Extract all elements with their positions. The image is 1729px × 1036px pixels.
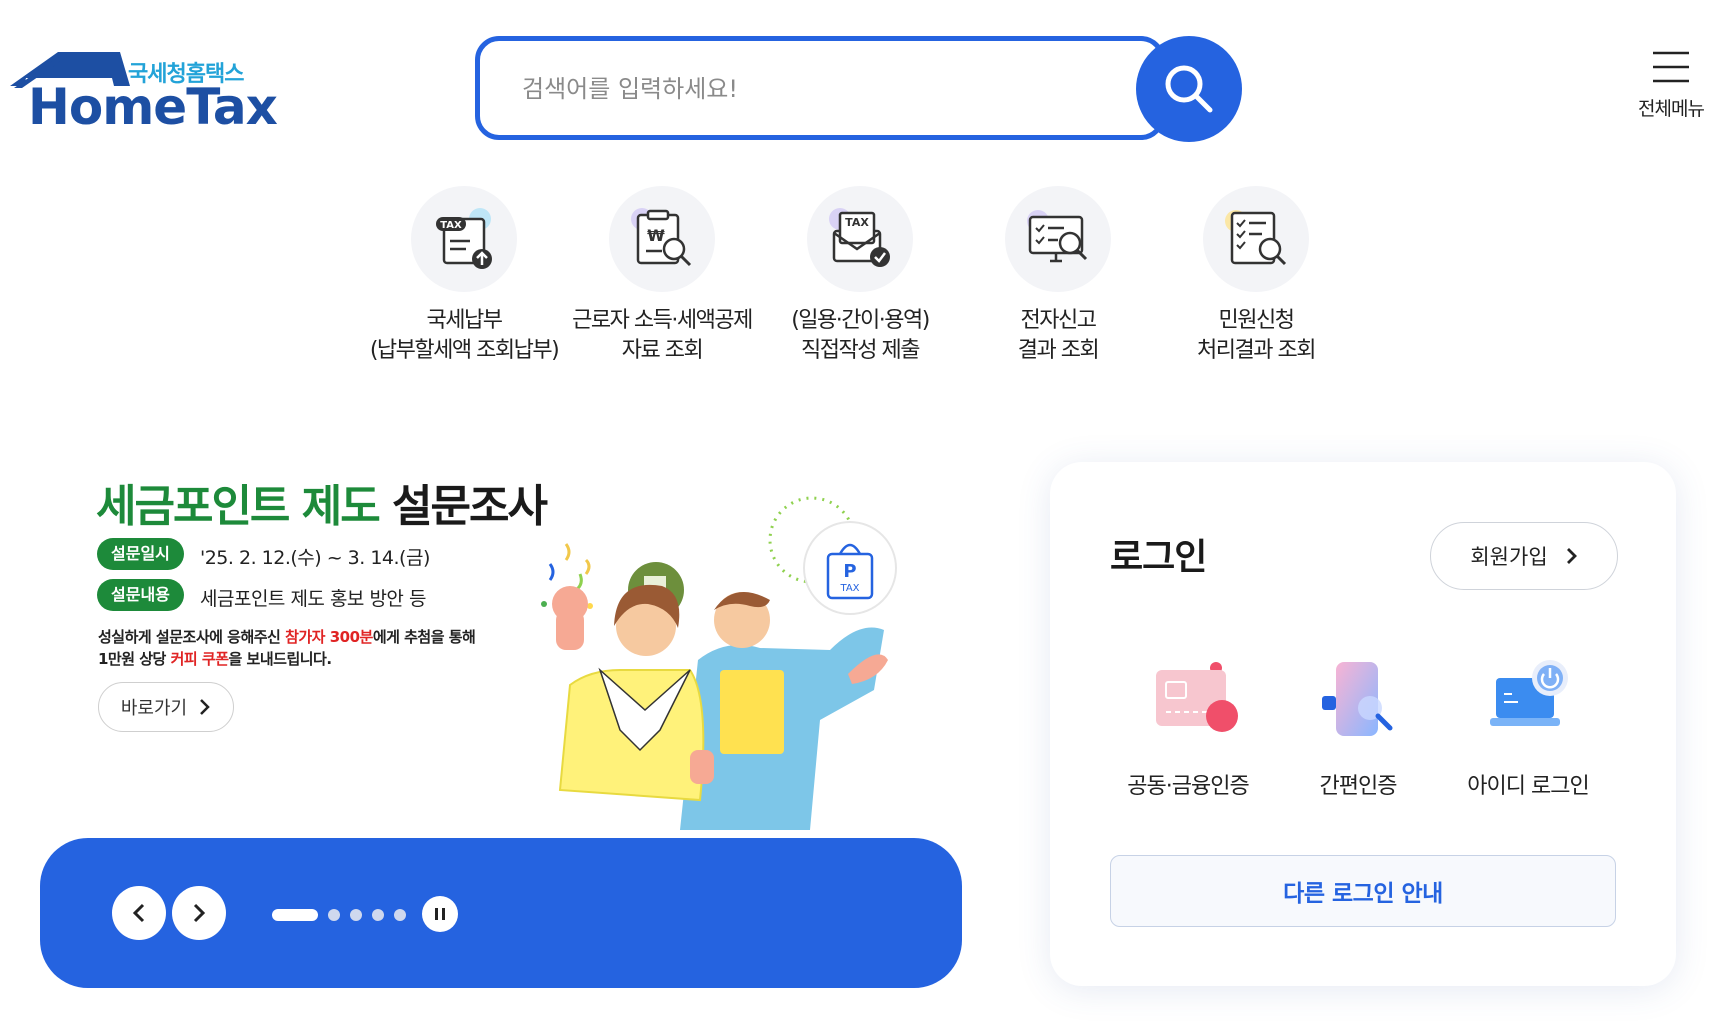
quick-menu-label: (일용·간이·용역) 직접작성 제출 <box>791 308 930 363</box>
survey-period-value: '25. 2. 12.(수) ~ 3. 14.(금) <box>200 547 430 569</box>
slide-dot[interactable] <box>328 909 340 921</box>
won-document-search-icon: ₩ <box>609 186 715 292</box>
login-option-label: 공동·금융인증 <box>1127 774 1249 799</box>
slide-dot[interactable] <box>394 909 406 921</box>
hometax-logo[interactable]: 국세청홈택스 HomeTax <box>8 48 278 138</box>
banner-title-black: 설문조사 <box>392 481 548 532</box>
login-option-label: 아이디 로그인 <box>1467 774 1589 799</box>
goto-label: 바로가기 <box>120 698 188 719</box>
banner-title[interactable]: 세금포인트 제도 설문조사 <box>96 470 548 534</box>
svg-text:TAX: TAX <box>440 220 462 231</box>
signup-label: 회원가입 <box>1470 545 1548 569</box>
quick-menu-label: 국세납부 (납부할세액 조회납부) <box>369 308 560 363</box>
other-login-guide-button[interactable]: 다른 로그인 안내 <box>1110 855 1616 927</box>
quick-menu-income-deduction[interactable]: ₩ 근로자 소득·세액공제 자료 조회 <box>562 186 762 366</box>
slide-dot-active[interactable] <box>272 909 318 921</box>
search-input[interactable] <box>520 69 1080 109</box>
slide-dot[interactable] <box>350 909 362 921</box>
banner-goto-button[interactable]: 바로가기 <box>98 682 234 732</box>
quick-menu-label: 전자신고 결과 조회 <box>1017 308 1100 363</box>
survey-illustration: P TAX <box>541 496 897 830</box>
quick-menu-label: 근로자 소득·세액공제 자료 조회 <box>572 308 753 363</box>
signup-button[interactable]: 회원가입 <box>1430 522 1618 590</box>
login-option-label: 간편인증 <box>1319 774 1398 799</box>
all-menu-label: 전체메뉴 <box>1638 98 1705 120</box>
login-certificate[interactable]: 공동·금융인증 <box>1108 656 1268 800</box>
banner-title-green: 세금포인트 제도 <box>96 481 381 532</box>
certificate-card-icon <box>1156 662 1238 732</box>
quick-menu-e-filing-result[interactable]: 전자신고 결과 조회 <box>958 186 1158 366</box>
tax-payment-icon: TAX <box>411 186 517 292</box>
monitor-search-icon <box>1005 186 1111 292</box>
quick-menu-civil-result[interactable]: 민원신청 처리결과 조회 <box>1156 186 1356 366</box>
survey-content-badge: 설문내용 <box>97 579 184 611</box>
survey-period-badge: 설문일시 <box>97 538 184 570</box>
chevron-right-icon <box>193 903 206 923</box>
search-button[interactable] <box>1136 36 1242 142</box>
login-title: 로그인 <box>1110 537 1207 578</box>
hamburger-icon <box>1653 51 1689 83</box>
banner-pause-button[interactable] <box>422 896 458 932</box>
chevron-left-icon <box>132 903 145 923</box>
pause-icon <box>435 908 445 920</box>
laptop-power-icon <box>1490 660 1568 726</box>
chevron-right-icon <box>200 699 210 715</box>
chevron-right-icon <box>1566 548 1577 564</box>
all-menu-button[interactable]: 전체메뉴 <box>1616 50 1726 130</box>
bag-tax-text: TAX <box>839 583 859 594</box>
quick-menu-tax-payment[interactable]: TAX 국세납부 (납부할세액 조회납부) <box>364 186 564 366</box>
login-simple-auth[interactable]: 간편인증 <box>1278 656 1438 800</box>
phone-search-icon <box>1322 662 1393 736</box>
search-box <box>475 36 1165 140</box>
logo-title: HomeTax <box>28 78 278 136</box>
login-id[interactable]: 아이디 로그인 <box>1448 656 1608 800</box>
search-icon <box>1165 65 1213 113</box>
checklist-search-icon <box>1203 186 1309 292</box>
slide-dot[interactable] <box>372 909 384 921</box>
svg-text:₩: ₩ <box>647 226 665 245</box>
bag-p-text: P <box>843 561 856 582</box>
svg-text:TAX: TAX <box>845 216 869 229</box>
banner-description: 성실하게 설문조사에 응해주신 참가자 300분에게 추첨을 통해 1만원 상당… <box>98 628 476 668</box>
quick-menu-direct-submit[interactable]: TAX (일용·간이·용역) 직접작성 제출 <box>760 186 960 366</box>
banner-prev-button[interactable] <box>112 886 166 940</box>
tax-envelope-check-icon: TAX <box>807 186 913 292</box>
banner-next-button[interactable] <box>172 886 226 940</box>
survey-content-value: 세금포인트 제도 홍보 방안 등 <box>200 588 426 610</box>
quick-menu-label: 민원신청 처리결과 조회 <box>1197 308 1316 363</box>
